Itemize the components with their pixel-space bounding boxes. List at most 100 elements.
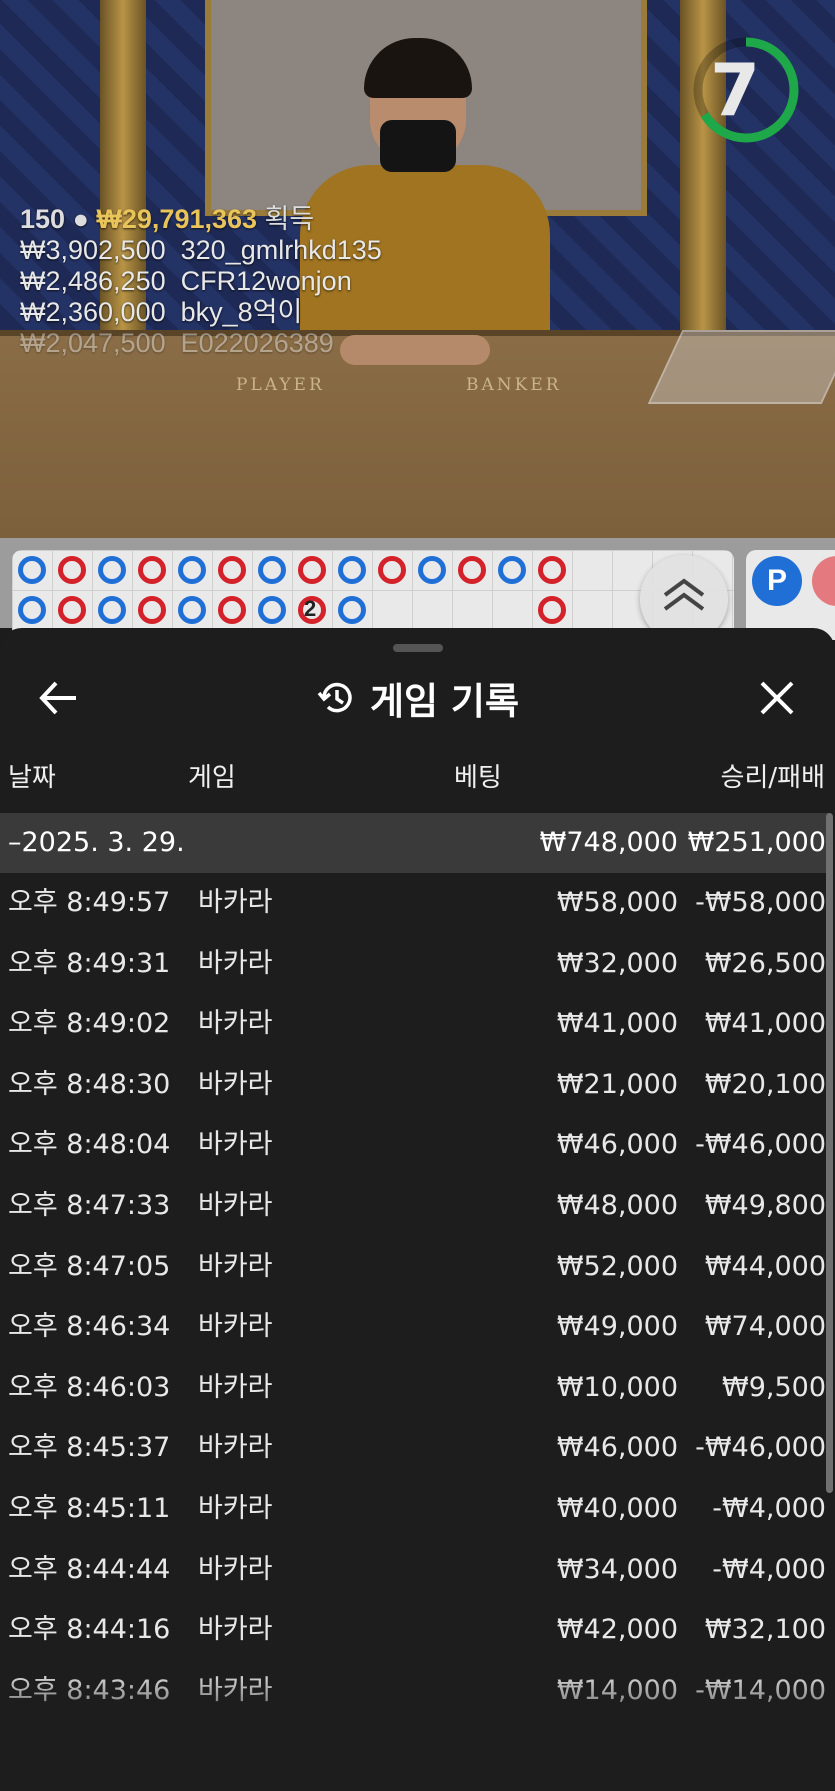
winner-entry: ₩2,047,500 E022026389 xyxy=(20,328,382,359)
card-shoe xyxy=(647,330,835,404)
table-row[interactable]: 오후 8:43:46 바카라 ₩14,000 -₩14,000 xyxy=(0,1661,830,1722)
table-row[interactable]: 오후 8:49:57 바카라 ₩58,000 -₩58,000 xyxy=(0,873,830,934)
winner-amount: ₩2,047,500 xyxy=(20,328,166,358)
row-game: 바카라 xyxy=(198,1432,273,1464)
row-bet: ₩14,000 xyxy=(556,1674,678,1706)
banker-bead xyxy=(218,596,246,624)
row-bet: ₩34,000 xyxy=(556,1553,678,1585)
winner-amount: ₩2,360,000 xyxy=(20,297,166,327)
date-group-row[interactable]: –2025. 3. 29. ₩748,000 ₩251,000 xyxy=(0,813,830,873)
player-bead xyxy=(338,596,366,624)
table-row[interactable]: 오후 8:47:33 바카라 ₩48,000 ₩49,800 xyxy=(0,1176,830,1237)
row-game: 바카라 xyxy=(198,1492,273,1524)
banker-bead xyxy=(218,556,246,584)
table-row[interactable]: 오후 8:44:44 바카라 ₩34,000 -₩4,000 xyxy=(0,1540,830,1601)
winner-count: 150 xyxy=(20,204,66,234)
row-result: -₩4,000 xyxy=(712,1553,826,1585)
column-header-date[interactable]: 날짜 xyxy=(8,758,56,798)
bead-road[interactable]: 2 xyxy=(12,550,734,640)
tie-marker: 2 xyxy=(304,596,317,621)
dealer-mask xyxy=(380,120,456,172)
table-row[interactable]: 오후 8:44:16 바카라 ₩42,000 ₩32,100 xyxy=(0,1600,830,1661)
date-group-result: ₩251,000 xyxy=(687,827,826,858)
row-time: 오후 8:49:57 xyxy=(8,887,171,918)
winners-list: 150 ● ₩29,791,363 획득 ₩3,902,500 320_gmlr… xyxy=(20,204,382,359)
row-result: -₩46,000 xyxy=(695,1129,826,1161)
row-game: 바카라 xyxy=(198,1371,273,1403)
player-bead xyxy=(18,596,46,624)
row-time: 오후 8:46:34 xyxy=(8,1311,171,1343)
winners-total-amount: ₩29,791,363 xyxy=(96,204,258,234)
person-icon: ● xyxy=(72,204,89,234)
row-result: ₩49,800 xyxy=(704,1189,826,1221)
banker-bead xyxy=(538,596,566,624)
row-bet: ₩48,000 xyxy=(556,1189,678,1221)
table-row[interactable]: 오후 8:46:34 바카라 ₩49,000 ₩74,000 xyxy=(0,1297,830,1358)
row-time: 오후 8:48:30 xyxy=(8,1068,171,1100)
row-bet: ₩46,000 xyxy=(556,1432,678,1464)
scrollbar[interactable] xyxy=(826,813,833,1493)
player-bead xyxy=(98,556,126,584)
winners-total-suffix: 획득 xyxy=(264,204,315,234)
table-row[interactable]: 오후 8:46:03 바카라 ₩10,000 ₩9,500 xyxy=(0,1358,830,1419)
winner-user: CFR12wonjon xyxy=(180,266,352,296)
column-header-bet[interactable]: 베팅 xyxy=(454,758,502,798)
winner-user: bky_8억이 xyxy=(180,297,303,327)
row-result: ₩44,000 xyxy=(704,1250,826,1282)
row-bet: ₩46,000 xyxy=(556,1129,678,1161)
table-row[interactable]: 오후 8:48:04 바카라 ₩46,000 -₩46,000 xyxy=(0,1115,830,1176)
row-result: -₩14,000 xyxy=(695,1674,826,1706)
row-time: 오후 8:44:44 xyxy=(8,1553,171,1585)
table-row[interactable]: 오후 8:48:30 바카라 ₩21,000 ₩20,100 xyxy=(0,1055,830,1116)
table-row[interactable]: 오후 8:49:31 바카라 ₩32,000 ₩26,500 xyxy=(0,934,830,995)
banker-bead xyxy=(58,596,86,624)
player-ask-button[interactable]: P xyxy=(752,556,802,606)
row-game: 바카라 xyxy=(198,1008,273,1040)
history-icon xyxy=(317,682,352,713)
player-bead xyxy=(258,556,286,584)
table-row[interactable]: 오후 8:45:11 바카라 ₩40,000 -₩4,000 xyxy=(0,1479,830,1540)
player-bead xyxy=(258,596,286,624)
sheet-header: 게임 기록 xyxy=(0,668,835,728)
row-game: 바카라 xyxy=(198,1189,273,1221)
row-game: 바카라 xyxy=(198,947,273,979)
player-bead xyxy=(178,556,206,584)
winner-entry: ₩2,486,250 CFR12wonjon xyxy=(20,266,382,297)
row-bet: ₩40,000 xyxy=(556,1492,678,1524)
row-game: 바카라 xyxy=(198,1614,273,1646)
winner-user: 320_gmlrhkd135 xyxy=(180,235,382,265)
row-time: 오후 8:45:11 xyxy=(8,1492,171,1524)
row-game: 바카라 xyxy=(198,1250,273,1282)
row-game: 바카라 xyxy=(198,887,273,918)
column-header-game[interactable]: 게임 xyxy=(188,758,236,798)
row-game: 바카라 xyxy=(198,1311,273,1343)
column-header-result[interactable]: 승리/패배 xyxy=(721,758,825,798)
row-time: 오후 8:46:03 xyxy=(8,1371,171,1403)
row-game: 바카라 xyxy=(198,1068,273,1100)
row-bet: ₩10,000 xyxy=(556,1371,678,1403)
table-row[interactable]: 오후 8:45:37 바카라 ₩46,000 -₩46,000 xyxy=(0,1418,830,1479)
row-bet: ₩52,000 xyxy=(556,1250,678,1282)
history-table: –2025. 3. 29. ₩748,000 ₩251,000 오후 8:49:… xyxy=(0,813,830,1721)
player-bead xyxy=(18,556,46,584)
table-row[interactable]: 오후 8:49:02 바카라 ₩41,000 ₩41,000 xyxy=(0,994,830,1055)
banker-bead xyxy=(538,556,566,584)
row-bet: ₩49,000 xyxy=(556,1311,678,1343)
player-bead xyxy=(418,556,446,584)
drag-handle[interactable] xyxy=(393,644,443,652)
row-result: -₩58,000 xyxy=(695,887,826,918)
row-result: -₩4,000 xyxy=(712,1492,826,1524)
player-bead xyxy=(178,596,206,624)
table-row[interactable]: 오후 8:47:05 바카라 ₩52,000 ₩44,000 xyxy=(0,1237,830,1298)
close-button[interactable] xyxy=(752,668,802,728)
row-result: ₩74,000 xyxy=(704,1311,826,1343)
row-time: 오후 8:49:02 xyxy=(8,1008,171,1040)
countdown-timer: 7 xyxy=(709,48,761,132)
game-history-sheet: 게임 기록 날짜 게임 베팅 승리/패배 –2025. 3. 29. ₩748,… xyxy=(0,628,835,1791)
banker-bead xyxy=(58,556,86,584)
row-time: 오후 8:44:16 xyxy=(8,1614,171,1646)
banker-bead xyxy=(458,556,486,584)
row-result: ₩26,500 xyxy=(704,947,826,979)
row-time: 오후 8:47:05 xyxy=(8,1250,171,1282)
date-group-bet: ₩748,000 xyxy=(539,827,678,858)
